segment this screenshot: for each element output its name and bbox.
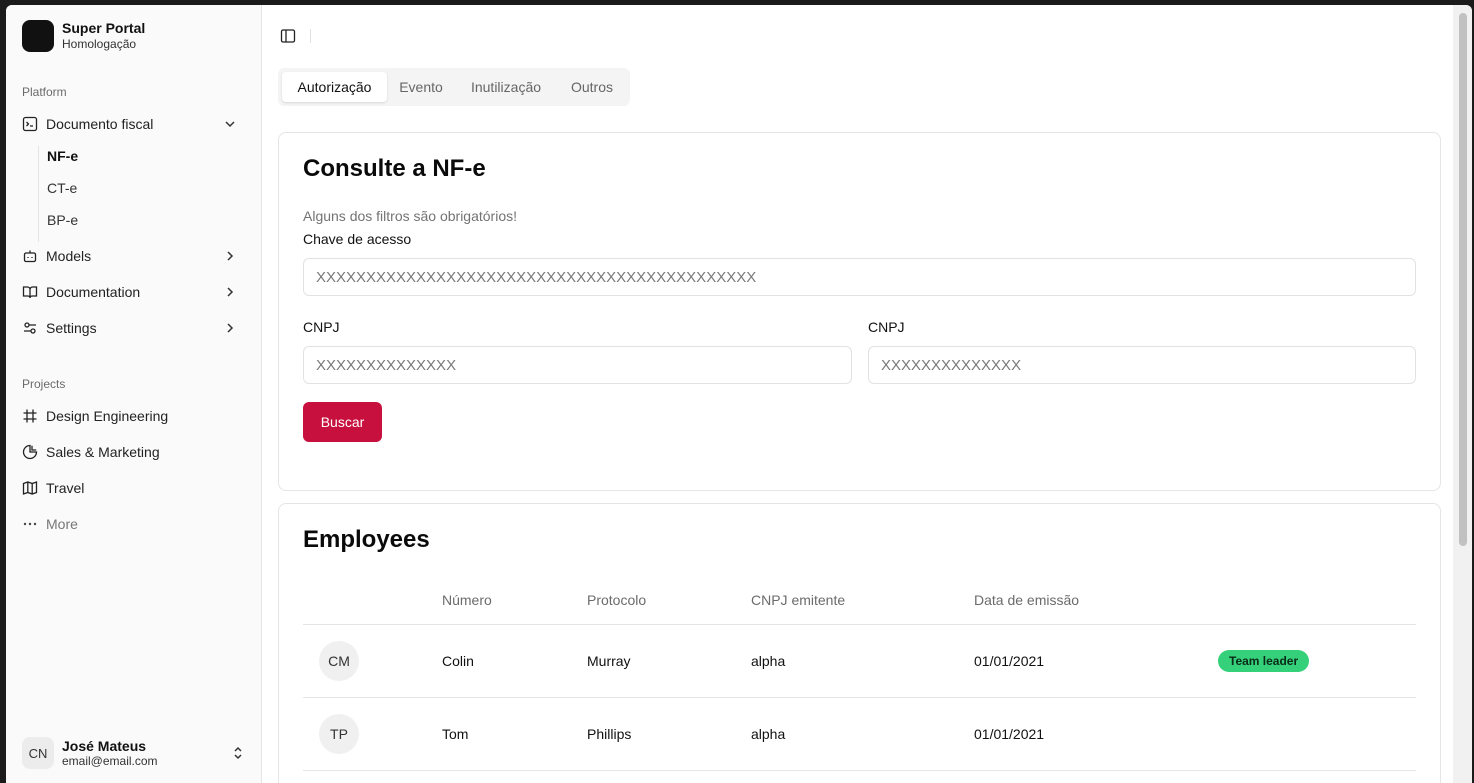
user-name: José Mateus bbox=[62, 737, 147, 754]
chevrons-up-down-icon bbox=[230, 745, 246, 766]
search-card: Consulte a NF-e Alguns dos filtros são o… bbox=[278, 132, 1441, 491]
chevron-right-icon bbox=[222, 248, 238, 264]
column-header-numero: Número bbox=[442, 592, 492, 608]
cell-protocolo: Phillips bbox=[587, 726, 632, 742]
sidebar-subitem-nfe[interactable]: NF-e bbox=[47, 148, 78, 164]
avatar: CN bbox=[22, 737, 54, 769]
projects-group-label: Projects bbox=[22, 377, 66, 391]
cell-numero: Colin bbox=[442, 653, 474, 669]
sidebar-item-documentation[interactable]: Documentation bbox=[14, 276, 246, 308]
status-badge: Team leader bbox=[1218, 650, 1310, 672]
sidebar-subitem-cte[interactable]: CT-e bbox=[47, 180, 77, 196]
required-hint: Alguns dos filtros são obrigatórios! bbox=[303, 208, 517, 224]
cnpj-input-right[interactable] bbox=[868, 346, 1416, 384]
sidebar: Super Portal Homologação Platform Docume… bbox=[6, 5, 262, 783]
tab-list: Autorização Evento Inutilização Outros bbox=[278, 68, 630, 106]
terminal-square-icon bbox=[22, 116, 38, 132]
brand-subtitle: Homologação bbox=[62, 37, 137, 51]
sidebar-item-documento-fiscal[interactable]: Documento fiscal bbox=[14, 108, 246, 140]
row-divider bbox=[303, 697, 1416, 698]
cnpj-input-left[interactable] bbox=[303, 346, 852, 384]
search-button[interactable]: Buscar bbox=[303, 402, 382, 442]
access-key-label: Chave de acesso bbox=[303, 231, 412, 247]
header-separator bbox=[310, 29, 311, 43]
chevron-down-icon bbox=[222, 116, 238, 132]
search-card-title: Consulte a NF-e bbox=[303, 155, 486, 182]
project-more[interactable]: More bbox=[14, 508, 246, 540]
pie-chart-icon bbox=[22, 444, 38, 460]
sidebar-item-label: Documentation bbox=[46, 284, 141, 300]
frame-icon bbox=[22, 408, 38, 424]
cell-numero: Tom bbox=[442, 726, 469, 742]
sidebar-item-label: Models bbox=[46, 248, 92, 264]
user-email: email@email.com bbox=[62, 753, 158, 768]
sidebar-item-label: Settings bbox=[46, 320, 97, 336]
tab-autorizacao[interactable]: Autorização bbox=[282, 72, 387, 102]
book-open-icon bbox=[22, 284, 38, 300]
tab-evento[interactable]: Evento bbox=[391, 72, 451, 102]
project-label: Sales & Marketing bbox=[46, 444, 160, 460]
more-horizontal-icon bbox=[22, 516, 38, 532]
access-key-input[interactable] bbox=[303, 258, 1416, 296]
project-label: Design Engineering bbox=[46, 408, 169, 424]
sidebar-toggle-icon[interactable] bbox=[280, 28, 296, 44]
platform-group-label: Platform bbox=[22, 85, 67, 99]
brand-name: Super Portal bbox=[62, 20, 146, 36]
brand-logo bbox=[22, 20, 54, 52]
column-header-cnpj: CNPJ emitente bbox=[751, 592, 846, 608]
scrollbar-thumb[interactable] bbox=[1459, 13, 1467, 546]
project-travel[interactable]: Travel bbox=[14, 472, 246, 504]
brand-switcher[interactable]: Super Portal Homologação bbox=[22, 20, 145, 52]
employees-card: Employees Número Protocolo CNPJ emitente… bbox=[278, 503, 1441, 783]
scrollbar[interactable] bbox=[1453, 5, 1472, 783]
sidebar-subitem-bpe[interactable]: BP-e bbox=[47, 212, 78, 228]
column-header-data: Data de emissão bbox=[974, 592, 1080, 608]
sidebar-item-settings[interactable]: Settings bbox=[14, 312, 246, 344]
settings-sliders-icon bbox=[22, 320, 38, 336]
cell-data: 01/01/2021 bbox=[974, 726, 1045, 742]
app-window: Super Portal Homologação Platform Docume… bbox=[6, 5, 1472, 783]
main-content: Autorização Evento Inutilização Outros C… bbox=[262, 5, 1453, 783]
tab-inutilizacao[interactable]: Inutilização bbox=[459, 72, 553, 102]
cnpj-label-left: CNPJ bbox=[303, 319, 340, 335]
bot-icon bbox=[22, 248, 38, 264]
project-label: Travel bbox=[46, 480, 85, 496]
submenu-line bbox=[38, 146, 39, 242]
cell-cnpj: alpha bbox=[751, 726, 786, 742]
sidebar-item-label: Documento fiscal bbox=[46, 116, 154, 132]
project-label: More bbox=[46, 516, 78, 532]
chevron-right-icon bbox=[222, 284, 238, 300]
employees-title: Employees bbox=[303, 526, 430, 553]
chevron-right-icon bbox=[222, 320, 238, 336]
cell-protocolo: Murray bbox=[587, 653, 631, 669]
row-divider bbox=[303, 770, 1416, 771]
cell-data: 01/01/2021 bbox=[974, 653, 1045, 669]
avatar: TP bbox=[319, 714, 359, 754]
cnpj-label-right: CNPJ bbox=[868, 319, 905, 335]
header-divider bbox=[303, 624, 1416, 625]
map-icon bbox=[22, 480, 38, 496]
user-menu[interactable]: CN José Mateus email@email.com bbox=[22, 737, 252, 769]
project-sales-marketing[interactable]: Sales & Marketing bbox=[14, 436, 246, 468]
tab-outros[interactable]: Outros bbox=[561, 72, 623, 102]
sidebar-item-models[interactable]: Models bbox=[14, 240, 246, 272]
project-design-engineering[interactable]: Design Engineering bbox=[14, 400, 246, 432]
cell-cnpj: alpha bbox=[751, 653, 786, 669]
avatar: CM bbox=[319, 641, 359, 681]
column-header-protocolo: Protocolo bbox=[587, 592, 647, 608]
